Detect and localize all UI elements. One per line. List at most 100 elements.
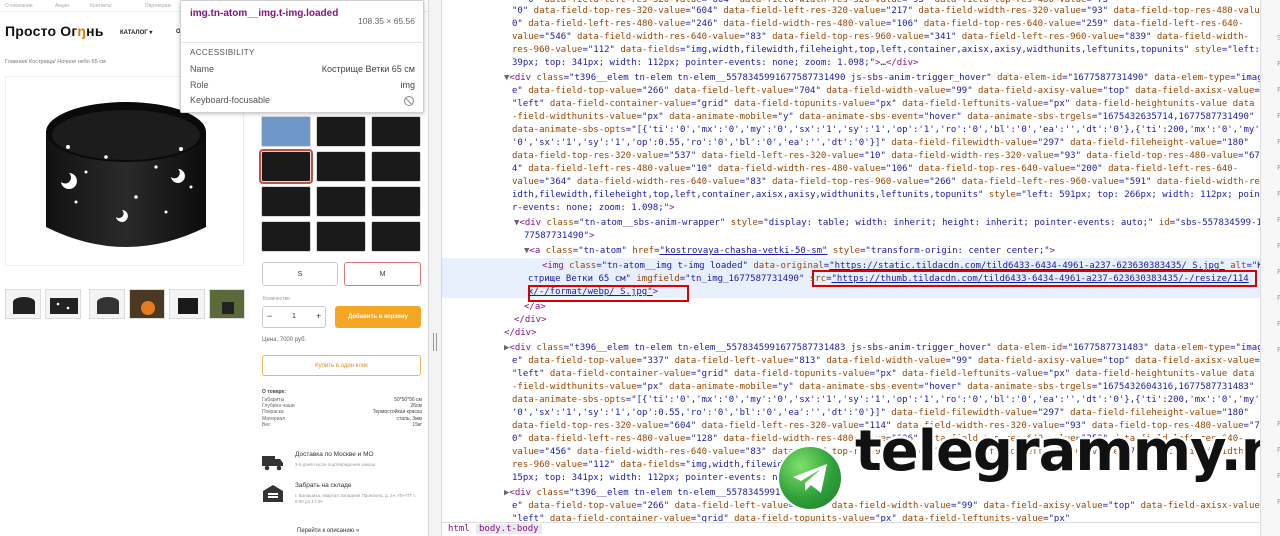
code-line[interactable]: data-animate-sbs-opts="[{'ti':'0','mx':'… [512, 124, 1260, 137]
thumbnail[interactable] [89, 289, 125, 319]
tooltip-divider [181, 42, 425, 43]
quantity-stepper: − 1 + [262, 306, 326, 328]
code-line-selected[interactable]: x/-/format/webp/_S.jpg"> [528, 286, 658, 299]
code-line[interactable]: data-animate-sbs-opts="[{'ti':'0','mx':'… [512, 394, 1260, 407]
quantity-plus-button[interactable]: + [316, 311, 321, 321]
top-link[interactable]: О компании [5, 3, 33, 9]
pattern-option-selected[interactable] [259, 149, 313, 184]
pattern-option[interactable] [371, 116, 421, 147]
quantity-value[interactable]: 1 [292, 313, 296, 320]
code-line[interactable]: value="364" data-field-width-res-640-val… [512, 176, 1260, 189]
thumbnail[interactable] [209, 289, 245, 319]
top-link[interactable]: Партнерам [145, 3, 171, 9]
truck-icon [262, 456, 283, 471]
quantity-label: Количество [263, 296, 290, 302]
code-line[interactable]: </div> [514, 314, 547, 327]
thumbnail[interactable] [169, 289, 205, 319]
code-line[interactable]: 4" data-field-left-res-480-value="10" da… [512, 163, 1238, 176]
code-line[interactable]: r-events: none; zoom: 1.098;"> [512, 202, 675, 215]
code-line[interactable]: ▼<a class="tn-atom" href="kostrovaya-cha… [524, 245, 1055, 258]
watermark-text: telegrammy.net [855, 419, 1260, 484]
tooltip-role-label: Role [190, 80, 209, 90]
pattern-option[interactable] [371, 151, 421, 182]
pattern-option[interactable] [316, 186, 366, 217]
code-line[interactable]: e" data-field-top-value="266" data-field… [512, 85, 1260, 98]
code-line[interactable]: 39px; top: 341px; width: 112px; pointer-… [512, 57, 918, 70]
code-line[interactable]: -field-widthunits-value="px" data-animat… [512, 381, 1254, 394]
code-line[interactable]: ▶<div class="t396__elem tn-elem tn-elem_… [504, 487, 786, 500]
not-allowed-icon [404, 96, 414, 106]
delivery-title: Доставка по Москве и МО [295, 451, 374, 458]
breadcrumb-body[interactable]: body.t-body [476, 524, 542, 534]
tooltip-dimensions: 108.35 × 65.56 [358, 16, 415, 26]
breadcrumb[interactable]: Главная/ Кострища/ Ночное небо 65 см [5, 59, 106, 65]
code-line[interactable]: ▶<div class="t396__elem tn-elem tn-elem_… [504, 342, 1260, 355]
pattern-option[interactable] [316, 151, 366, 182]
pickup-subtitle: г. Балашиха, квартал Западная Промзона, … [295, 493, 416, 504]
code-line[interactable]: "left" data-field-container-value="grid"… [512, 98, 1254, 111]
code-line[interactable]: res-960-value="112" data-fields="img,wid… [512, 459, 783, 472]
tooltip-name-value: Кострище Ветки 65 см [321, 64, 415, 74]
watermark: telegrammy.net [777, 424, 1260, 522]
breadcrumb-html[interactable]: html [448, 524, 470, 534]
code-line[interactable]: value="546" data-field-width-res-640-val… [512, 31, 1249, 44]
code-line[interactable]: idth,filewidth,fileheight,top,left,conta… [512, 189, 1260, 202]
site-logo[interactable]: Просто Огŋнь [5, 23, 104, 39]
thumbnail[interactable] [45, 289, 81, 319]
code-line[interactable]: "left" data-field-container-value="grid"… [512, 368, 1254, 381]
code-line[interactable]: '0','sx':'1','sy':'1','op':0.55,'ro':'0'… [512, 137, 1249, 150]
spec-row: Вес 15кг [262, 421, 422, 428]
specs-title: О товаре: [262, 389, 287, 395]
pattern-option[interactable] [371, 186, 421, 217]
warehouse-icon [263, 485, 283, 502]
tooltip-name-label: Name [190, 64, 215, 74]
add-to-cart-button[interactable]: Добавить в корзину [335, 306, 421, 328]
size-m-button[interactable]: M [344, 262, 421, 286]
telegram-logo-icon [777, 445, 843, 511]
delivery-subtitle: 3-5 дней после подтверждения заказа [295, 462, 376, 467]
code-line[interactable]: e" data-field-top-value="337" data-field… [512, 355, 1260, 368]
tooltip-section-title: ACCESSIBILITY [190, 48, 255, 57]
styles-pane-edge: S F F F F F F P P P P P P P P P P [1260, 0, 1280, 536]
code-line[interactable]: ▼<div class="tn-atom__sbs-anim-wrapper" … [514, 217, 1260, 230]
code-line[interactable]: 77587731490"> [524, 230, 594, 243]
panel-resizer[interactable] [428, 0, 442, 536]
website-viewport: О компании Акции Контакты Партнерам Прос… [0, 0, 428, 536]
price-text: Цена: 7000 руб. [262, 337, 307, 343]
code-line[interactable]: 0" data-field-left-res-480-value="246" d… [512, 18, 1244, 31]
pattern-option[interactable] [261, 221, 311, 252]
pattern-option[interactable] [316, 221, 366, 252]
code-line-selected[interactable]: <img class="tn-atom__img t-img loaded" d… [542, 260, 1260, 273]
code-line[interactable]: 15px; top: 341px; width: 112px; pointer-… [512, 472, 783, 485]
size-s-button[interactable]: S [262, 262, 338, 286]
go-to-description-link[interactable]: Перейти к описанию » [297, 528, 359, 534]
buy-one-click-button[interactable]: Купить в один клик [262, 355, 421, 376]
product-specs: О товаре: Габариты 50*50*56 см Глубина ча… [262, 389, 422, 428]
pattern-option[interactable] [316, 116, 366, 147]
devtools-breadcrumb-bar: html body.t-body [442, 522, 1260, 536]
tooltip-role-value: img [400, 80, 415, 90]
devtools-elements-panel: "0" data-field-left-res-320-value="604" … [442, 0, 1260, 522]
code-line[interactable]: "0" data-field-top-res-320-value="604" d… [512, 5, 1260, 18]
resizer-grip-icon [433, 333, 437, 351]
code-line[interactable]: </a> [524, 301, 546, 314]
pickup-title: Забрать на складе [295, 482, 352, 489]
code-line[interactable]: ▼<div class="t396__elem tn-elem tn-elem_… [504, 72, 1260, 85]
nav-catalog[interactable]: КАТАЛОГ ▾ [120, 29, 152, 36]
code-line[interactable]: data-field-top-res-320-value="537" data-… [512, 150, 1260, 163]
inspect-tooltip: img.tn-atom__img.t-img.loaded 108.35 × 6… [180, 0, 425, 113]
pattern-option[interactable] [261, 116, 311, 147]
top-link[interactable]: Контакты [90, 3, 112, 9]
thumbnail[interactable] [5, 289, 41, 319]
code-line-selected[interactable]: стрище Ветки 65 см" imgfield="tn_img_167… [528, 273, 1249, 286]
thumbnail[interactable] [129, 289, 165, 319]
tooltip-focusable-label: Keyboard-focusable [190, 95, 271, 105]
pattern-option[interactable] [371, 221, 421, 252]
code-line[interactable]: -field-widthunits-value="px" data-animat… [512, 111, 1254, 124]
top-link[interactable]: Акции [55, 3, 69, 9]
code-line[interactable]: res-960-value="112" data-fields="img,wid… [512, 44, 1260, 57]
quantity-minus-button[interactable]: − [267, 311, 272, 321]
tooltip-selector: img.tn-atom__img.t-img.loaded [190, 8, 339, 19]
pattern-option[interactable] [261, 186, 311, 217]
code-line[interactable]: </div> [504, 327, 537, 340]
